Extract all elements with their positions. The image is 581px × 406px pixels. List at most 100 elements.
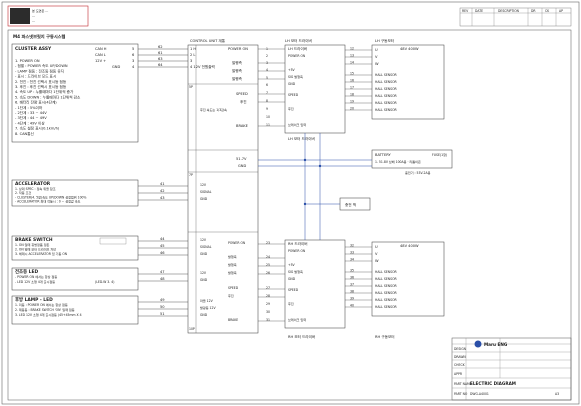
brake-pin-1: 45 — [160, 244, 165, 248]
conn-62: 62 — [158, 45, 163, 49]
rh-driver-row: 후진 — [288, 301, 294, 306]
battery-title: BATTERY — [375, 153, 392, 157]
cu-group-10p: 10P — [189, 327, 195, 331]
title-block: Maru ENG DESIGN DRAWN CHECK APPR PART NA… — [451, 337, 572, 401]
conn-64: 64 — [158, 63, 163, 67]
lh-hall-sensor: HALL SENSOR — [375, 94, 398, 98]
charge-port-box: 충전 잭 — [339, 197, 371, 211]
brake-switch-note: 3. 해제시 ACCELERATOR 입 기동 ON — [15, 251, 68, 256]
battery-box: BATTERY FUSE(1항) 1. 51.8V 납배 100A용 · 리튬이… — [371, 149, 453, 175]
cu-group-5p: 5P — [189, 85, 193, 89]
rev-h3: DR — [531, 9, 536, 13]
lh-hall-sensor: HALL SENSOR — [375, 101, 398, 105]
cu-bottom-label: POWER ON — [228, 241, 246, 245]
cu-bottom-label: 발행측 — [228, 262, 237, 267]
lh-hall-sensor: HALL SENSOR — [375, 73, 398, 77]
lh-driver-pin: 10 — [266, 115, 270, 119]
cluster-note: - LAMP 점등 : 전조등 점등 유지 — [15, 68, 64, 73]
lh-driver-row: 후진 — [288, 106, 294, 111]
cluster-note: 6. 배터리 잔량 표시(4단계) — [15, 100, 57, 105]
cu-m-1: 발행측 — [232, 60, 243, 65]
lh-driver-row: POWER ON — [288, 54, 306, 58]
lh-driver-row: SPEED — [288, 93, 299, 97]
lh-motor-phase: U — [375, 48, 378, 52]
rh-driver-row: POWER ON — [288, 249, 306, 253]
lh-driver-footer: LH 모터 드라이버 — [288, 136, 315, 141]
lh-driver-pin: 2 — [266, 54, 268, 58]
cluster-note: 5. 속도 DOWN : 누를때마다 1단위씩 감소 — [15, 94, 81, 99]
tb-label-2: CHECK — [454, 363, 466, 367]
cu-m-6: BRAKE — [236, 124, 249, 128]
conn-63: 63 — [158, 57, 163, 61]
charge-port-title: 충전 잭 — [345, 202, 356, 207]
rear-lamp-note: 3. LED 12V 소형 4개 출시점등 (45+45mm X 4 — [15, 312, 82, 317]
rh-hall-sensor: HALL SENSOR — [375, 284, 398, 288]
cluster-pin-label-1: CAN L — [95, 53, 106, 57]
stamp-line1: 본 도면은 ... — [32, 8, 48, 13]
cu-batt-1: GND — [238, 164, 246, 168]
lh-driver-title: LH 모터 드라이버 — [285, 38, 312, 43]
brake-switch-notes: 1. ON 일때 휴방정품 정돈2. ON 일때 모터 드라이브 차단3. 해제… — [15, 242, 68, 256]
rear-lamp-note: 2. 제동등 : BRAKE SWITCH 'ON' 일때 점등 — [15, 307, 75, 312]
company-name: Maru ENG — [484, 342, 508, 347]
lh-motor-phase: V — [375, 55, 378, 59]
cu-bottom-label: SIGNAL — [200, 245, 212, 249]
lh-driver-pin: 9 — [266, 107, 268, 111]
cluster-title: CLUSTER ASSY — [15, 46, 52, 52]
cluster-pin-0: 5 — [132, 47, 134, 51]
headlight-note: (LED-W 3. 4) — [95, 280, 114, 284]
rh-driver-pin: 27 — [266, 286, 270, 290]
rear-lamp-title: 후방 LAMP - LED — [15, 296, 53, 303]
cu-bottom-label: 발행측 — [228, 254, 237, 259]
rear-lamp-note: 1. 미등 : POWER ON 에서는 항상 점등 — [15, 302, 68, 307]
rh-motor-phase: V — [375, 252, 378, 256]
electric-diagram-sheet: 본 도면은 ... ... ... REV DATE DESCRIPTION D… — [0, 0, 581, 406]
cluster-note: - 2단계 : 33 ~ 44V — [15, 110, 47, 115]
rev-h1: DATE — [475, 9, 483, 13]
brake-pin-2: 46 — [160, 251, 165, 255]
rh-driver-pin: 29 — [266, 302, 270, 306]
cu-bottom-label: GND — [200, 278, 208, 282]
cu-bottom-labels: 12V SIGNAL GND 12V SIGNAL GND 12V GND POWER ON 발행… — [200, 183, 246, 322]
accelerator-wires: 41 42 43 — [138, 182, 188, 201]
rh-driver-pin: 25 — [266, 263, 270, 267]
conn-61: 61 — [158, 51, 163, 55]
head-pin-1: 48 — [160, 277, 165, 281]
lh-motor-spec: 48V 400W — [400, 47, 419, 51]
lh-motor-rows: 12 U13 V14 W15 HALL SENSOR16 HALL SENSOR17 HAL… — [350, 47, 398, 113]
cluster-pin-label-3: GND — [112, 65, 120, 69]
drawing-title: ELECTRIC DIAGRAM — [470, 381, 516, 386]
cu-bottom-label: 12V — [200, 271, 207, 275]
rh-driver-rows: POWER ON +5V SIG 발행측 GND SPEED 후진브레이크 입력 23 24 2… — [266, 241, 306, 322]
lh-hall-sensor: HALL SENSOR — [375, 108, 398, 112]
revision-table: REV DATE DESCRIPTION DR CK AP — [459, 7, 572, 27]
cu-bottom-label: SPEED — [228, 286, 239, 290]
tb-label-3: APPR — [454, 372, 463, 376]
brake-pin-0: 44 — [160, 237, 165, 241]
drawing-no: DWG-A4001 — [470, 392, 489, 396]
battery-desc: 1. 51.8V 납배 100A용 · 리튬이온 — [375, 159, 421, 164]
rear-lamp-notes: 1. 미등 : POWER ON 에서는 항상 점등2. 제동등 : BRAKE… — [15, 302, 82, 317]
cu-bottom-label: GND — [200, 252, 208, 256]
rh-motor-box: 48V 400W 32 U33 V34 W35 HALL SENSOR36 HALL SE… — [350, 241, 445, 339]
rh-hall-sensor: HALL SENSOR — [375, 298, 398, 302]
lh-driver-inner: LH 드라이버 — [288, 46, 307, 51]
cluster-pin-3: 4 — [132, 65, 135, 69]
cluster-note: 8. CAN통신 — [15, 131, 34, 136]
rh-motor-phase: U — [375, 245, 378, 249]
rh-driver-pin: 23 — [266, 241, 270, 245]
cluster-assy-box: CLUSTER ASSY CAN H CAN L 12V + GND 5 6 3… — [11, 43, 139, 143]
cluster-note: 4. 속도 UP : 누를때마다 1단위씩 증가 — [15, 89, 74, 94]
company-logo — [474, 340, 482, 348]
headlight-note: - LED 12V 소형 4개 출시점등 — [15, 279, 55, 284]
cu-m-4: SPEED — [236, 92, 248, 96]
head-pin-0: 47 — [160, 270, 165, 274]
cu-bottom-label: 마을 12V — [200, 298, 214, 303]
cu-m-2: 발행측 — [232, 68, 243, 73]
headlight-note: - POWER ON 에서는 항상 점등 — [15, 274, 57, 279]
rh-hall-sensor: HALL SENSOR — [375, 270, 398, 274]
lh-driver-pin: 4 — [266, 68, 268, 72]
rev-h2: DESCRIPTION — [498, 9, 520, 13]
accelerator-box: ACCELERATOR 1. 상대 SPEC : 정속 위을 참조2. 작동 조… — [11, 179, 139, 207]
control-unit-box: CONTROL UNIT 계통 5P 7P 10P 1 H 2 L 3 4 12… — [187, 38, 259, 334]
